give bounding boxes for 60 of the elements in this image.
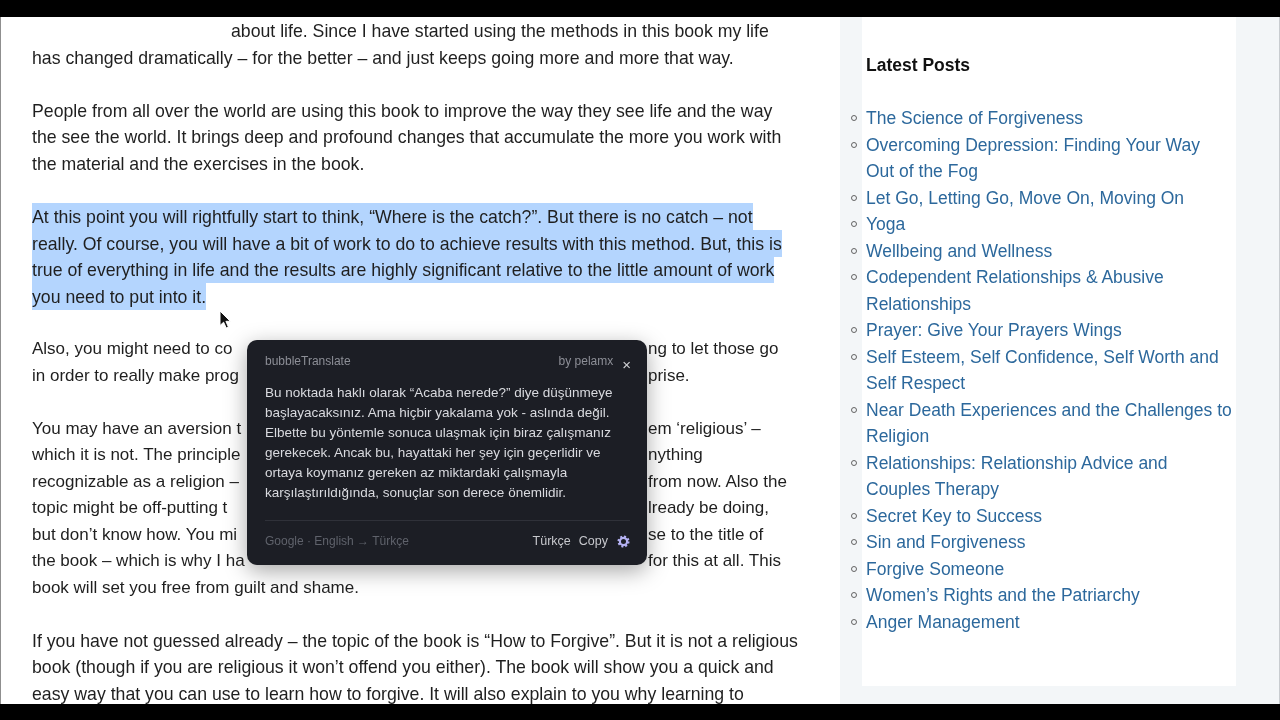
post-link[interactable]: Prayer: Give Your Prayers Wings bbox=[866, 317, 1122, 344]
bullet-icon bbox=[851, 618, 857, 625]
translation-source: Google · English → Türkçe bbox=[265, 534, 410, 548]
paragraph-text: ng to let those go bbox=[648, 338, 779, 360]
paragraph-text: Also, you might need to co bbox=[32, 338, 233, 360]
popup-button[interactable]: Türkçe bbox=[532, 533, 571, 549]
bullet-icon bbox=[851, 141, 857, 148]
bullet-icon bbox=[851, 539, 857, 545]
widget-heading: Latest Posts bbox=[866, 54, 972, 77]
post-link[interactable]: Self Esteem, Self Confidence, Self Worth and Self Respect bbox=[866, 343, 1233, 397]
paragraph-text: em ‘religious’ – bbox=[648, 417, 761, 440]
bullet-icon bbox=[851, 406, 857, 413]
paragraph-text: You may have an aversion t bbox=[32, 417, 242, 440]
bullet-icon bbox=[851, 592, 857, 598]
paragraph-text: for this at all. This bbox=[648, 550, 781, 572]
paragraph-text: from now. Also the bbox=[648, 470, 787, 493]
bullet-icon bbox=[851, 194, 857, 201]
paragraph-text: recognizable as a religion – bbox=[32, 470, 239, 493]
translation-text: Bu noktada haklı olarak “Acaba nerede?” diye düşünmeye başlayacaksınız. Ama hiçbir yakalama yok - aslında değil. Elbette bu yöntemle sonuca ulaşmak için biraz çalışmanız gerekecek. Ancak bu, hayattaki her şey için geçerlidir ve ortaya koymanız gereken az miktardaki çalışmayla karşılaştırıldığında, sonuçlar son derece önemlidir. bbox=[265, 384, 614, 502]
mouse-pointer-icon bbox=[219, 310, 231, 329]
paragraph-text: about life. Since I have started using the methods in this book my life has changed dramatically – for the better – and just keeps going more and more that way. bbox=[32, 20, 770, 70]
paragraph-text: nything bbox=[648, 444, 703, 466]
bullet-icon bbox=[851, 512, 857, 519]
post-link[interactable]: Secret Key to Success bbox=[866, 502, 1043, 529]
paragraph-text: but don’t know how. You mi bbox=[32, 523, 238, 546]
paragraph-text: in order to really make prog bbox=[32, 364, 239, 387]
app-name: bubbleTranslate bbox=[265, 354, 352, 368]
bullet-icon bbox=[851, 221, 857, 227]
post-link[interactable]: Relationships: Relationship Advice and Couples Therapy bbox=[866, 449, 1233, 503]
paragraph-text: lready be doing, bbox=[648, 497, 769, 519]
post-link[interactable]: Anger Management bbox=[866, 608, 1020, 635]
post-link[interactable]: The Science of Forgiveness bbox=[866, 105, 1083, 132]
paragraph-text: book will set you free from guilt and shame. bbox=[32, 576, 359, 599]
paragraph-text: the book – which is why I ha bbox=[32, 550, 245, 572]
bullet-icon bbox=[851, 353, 857, 360]
post-link[interactable]: Sin and Forgiveness bbox=[866, 529, 1026, 556]
bullet-icon bbox=[851, 247, 857, 254]
paragraph-text: se to the title of bbox=[648, 523, 764, 546]
paragraph-text: which it is not. The principle bbox=[32, 444, 241, 466]
author-credit: by pelamx bbox=[558, 354, 614, 368]
paragraph-text: prise. bbox=[648, 364, 690, 387]
bullet-icon bbox=[851, 274, 857, 280]
post-link[interactable]: Women’s Rights and the Patriarchy bbox=[866, 582, 1140, 609]
post-link[interactable]: Forgive Someone bbox=[866, 555, 1005, 582]
post-link[interactable]: Near Death Experiences and the Challenges to Religion bbox=[866, 396, 1233, 450]
bullet-icon bbox=[851, 459, 857, 466]
paragraph-text: People from all over the world are using this book to improve the way they see life and the way the see the world. It brings deep and profound changes that accumulate the more you work with the material and the exercises in the book. bbox=[32, 99, 783, 176]
paragraph-text: topic might be off-putting t bbox=[32, 497, 228, 519]
post-link[interactable]: Let Go, Letting Go, Move On, Moving On bbox=[866, 184, 1185, 211]
paragraph-text: If you have not guessed already – the topic of the book is “How to Forgive”. But it is not a religious book (though if you are religious it won’t offend you either). The book will show you a quick and easy way that you can use to learn how to forgive. It will also explain to you why learning to bbox=[32, 629, 799, 704]
post-link[interactable]: Wellbeing and Wellness bbox=[866, 237, 1053, 264]
bullet-icon bbox=[851, 565, 857, 572]
bullet-icon bbox=[851, 327, 857, 333]
post-link[interactable]: Overcoming Depression: Finding Your Way Out of the Fog bbox=[866, 131, 1233, 185]
close-button[interactable]: × bbox=[622, 356, 631, 372]
post-link[interactable]: Codependent Relationships & Abusive Relationships bbox=[866, 264, 1233, 317]
popup-button[interactable]: Copy bbox=[578, 533, 608, 549]
post-link[interactable]: Yoga bbox=[866, 211, 906, 238]
bullet-icon bbox=[851, 115, 857, 121]
settings-icon[interactable] bbox=[617, 534, 630, 548]
